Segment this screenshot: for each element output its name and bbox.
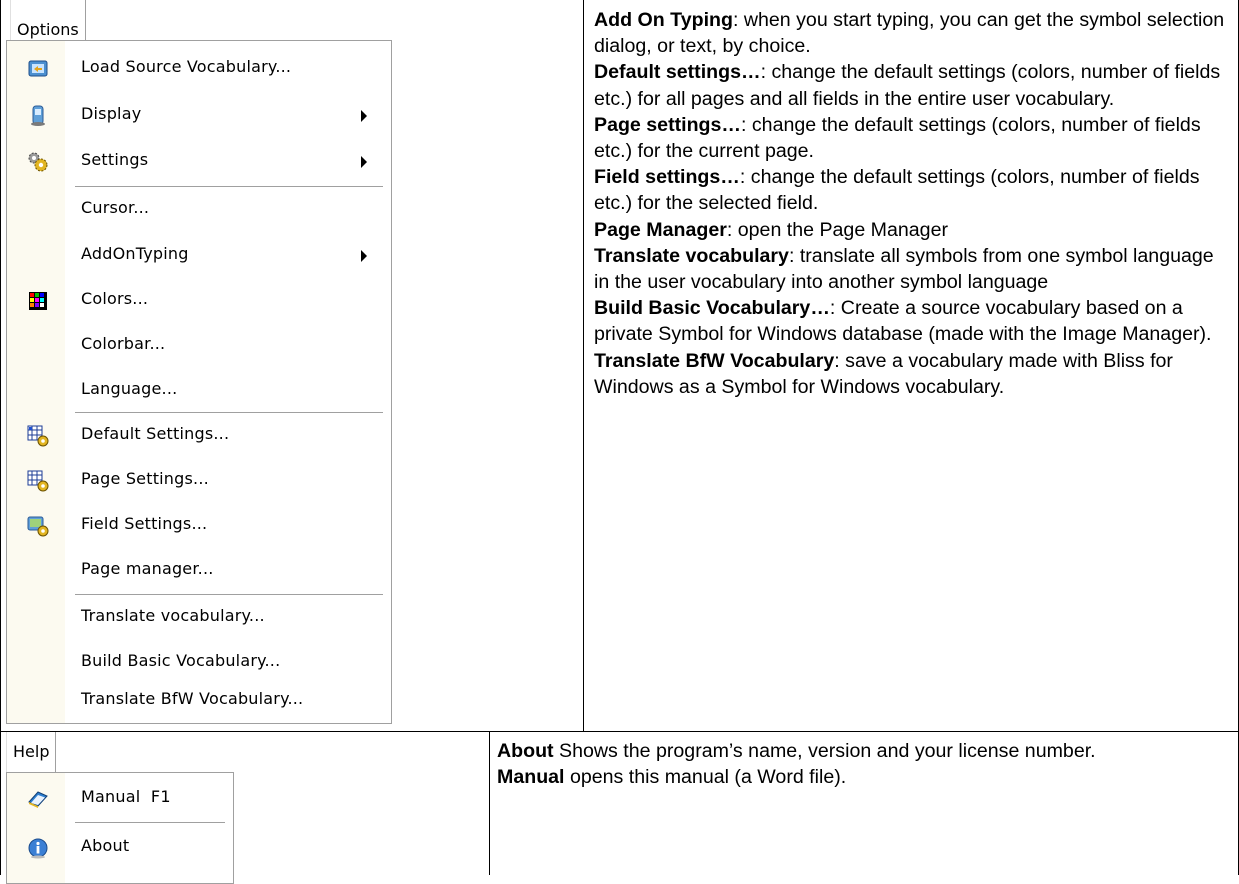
desc-paragraph: Page Manager: open the Page Manager [594,217,1230,243]
desc-paragraph: Build Basic Vocabulary…: Create a source… [594,295,1230,347]
menu-item-page-manager[interactable]: Page manager... [7,551,391,591]
submenu-arrow-icon [361,110,367,122]
manual-book-icon [28,791,48,808]
desc-paragraph: Translate vocabulary: translate all symb… [594,243,1230,295]
submenu-arrow-icon [361,250,367,262]
page-settings-icon [27,470,49,492]
desc-paragraph: Default settings…: change the default se… [594,59,1230,111]
menu-separator [75,594,383,596]
menu-separator [75,412,383,414]
menu-item-language[interactable]: Language... [7,371,391,411]
desc-term: About [497,740,554,762]
menu-item-label: Field Settings... [81,514,208,533]
menu-item-cursor[interactable]: Cursor... [7,190,391,230]
desc-term: Page settings… [594,113,741,136]
desc-text: opens this manual (a Word file). [564,766,847,789]
menu-item-label: Display [81,104,142,123]
desc-paragraph: Field settings…: change the default sett… [594,164,1230,216]
menu-item-label: Page Settings... [81,469,209,488]
menu-item-page-settings[interactable]: Page Settings... [7,461,391,501]
table-divider-options [583,0,584,731]
desc-term: Translate vocabulary [594,244,789,267]
about-info-icon [28,838,48,859]
options-menu-tab[interactable]: Options [10,0,86,40]
display-icon [31,105,45,126]
desc-paragraph: Manual opens this manual (a Word file). [497,764,1227,790]
desc-term: Page Manager [594,218,727,241]
menu-item-translate-bfw-vocabulary[interactable]: Translate BfW Vocabulary... [7,681,391,721]
load-vocabulary-icon [28,60,48,77]
desc-text: : open the Page Manager [726,218,948,241]
desc-paragraph: Page settings…: change the default setti… [594,112,1230,164]
options-menu-dropdown: Load Source Vocabulary... Display Settin… [6,40,392,724]
desc-paragraph: Add On Typing: when you start typing, yo… [594,7,1230,59]
menu-item-label: About [81,836,130,855]
menu-item-manual[interactable]: Manual F1 [7,779,233,819]
menu-item-label: Settings [81,150,149,169]
menu-item-colors[interactable]: Colors... [7,281,391,321]
settings-icon [28,152,48,172]
menu-item-field-settings[interactable]: Field Settings... [7,506,391,546]
menu-item-label: Load Source Vocabulary... [81,57,292,76]
desc-paragraph: About Shows the program’s name, version … [497,738,1227,764]
desc-term: Translate BfW Vocabulary [594,349,835,372]
desc-text: Shows the program’s name, version and yo… [553,740,1096,762]
colors-icon [29,292,47,310]
menu-item-label: Translate BfW Vocabulary... [81,689,304,708]
menu-item-label: Language... [81,379,178,398]
menu-item-default-settings[interactable]: Default Settings... [7,416,391,456]
menu-item-load-source-vocabulary[interactable]: Load Source Vocabulary... [7,49,391,89]
menu-item-label: Page manager... [81,559,214,578]
menu-item-label: Manual F1 [81,787,171,806]
desc-term: Add On Typing [594,9,733,31]
desc-paragraph: Translate BfW Vocabulary: save a vocabul… [594,348,1230,400]
options-menu: Load Source Vocabulary... Display Settin… [6,0,406,731]
menu-item-colorbar[interactable]: Colorbar... [7,326,391,366]
desc-term: Manual [497,766,565,789]
help-description: About Shows the program’s name, version … [497,738,1227,790]
help-menu-tab[interactable]: Help [6,732,57,772]
menu-item-addontyping[interactable]: AddOnTyping [7,236,391,276]
help-menu: Manual F1 About Help [6,732,246,884]
menu-item-display[interactable]: Display [7,96,391,136]
desc-term: Build Basic Vocabulary… [594,297,830,320]
menu-item-about[interactable]: About [7,828,233,868]
menu-item-build-basic-vocabulary[interactable]: Build Basic Vocabulary... [7,643,391,683]
menu-item-label: Colorbar... [81,334,166,353]
submenu-arrow-icon [361,156,367,168]
menu-item-label: Translate vocabulary... [81,606,265,625]
desc-term: Default settings… [594,61,761,84]
field-settings-icon [27,516,49,537]
menu-separator [75,822,225,824]
menu-item-settings[interactable]: Settings [7,142,391,182]
default-settings-icon [27,425,49,447]
menu-item-label: Colors... [81,289,149,308]
menu-item-label: Build Basic Vocabulary... [81,651,281,670]
desc-term: Field settings… [594,166,740,189]
menu-item-translate-vocabulary[interactable]: Translate vocabulary... [7,598,391,638]
menu-item-label: Cursor... [81,198,150,217]
help-menu-dropdown: Manual F1 About [6,772,234,884]
menu-separator [75,186,383,188]
table-left-border [0,0,1,875]
menu-item-label: Default Settings... [81,424,230,443]
table-divider-help [489,731,490,875]
menu-item-label: AddOnTyping [81,244,189,263]
options-description: Add On Typing: when you start typing, yo… [594,7,1230,400]
